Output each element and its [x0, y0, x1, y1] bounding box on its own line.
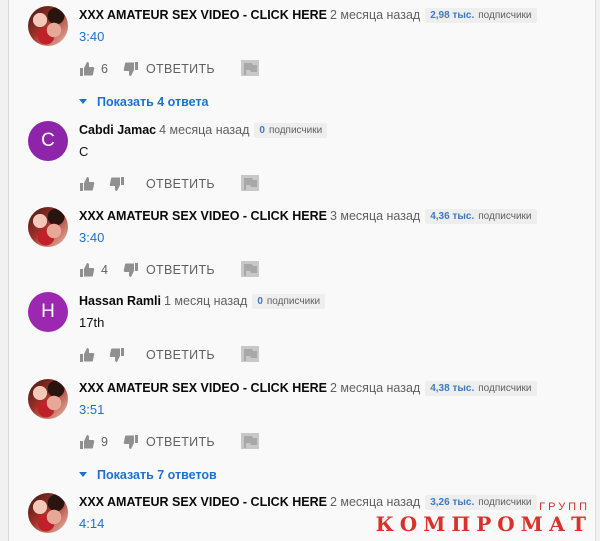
subscriber-count: 0	[257, 296, 263, 307]
subscriber-badge: 2,98 тыс. подписчики	[425, 8, 537, 23]
timestamp-link[interactable]: 3:40	[79, 228, 588, 248]
comment-time[interactable]: 2 месяца назад	[330, 381, 420, 395]
subscriber-count: 2,98 тыс.	[430, 10, 475, 21]
thumbs-up-icon[interactable]	[79, 434, 95, 450]
reply-button[interactable]: ОТВЕТИТЬ	[146, 263, 215, 277]
timestamp-link[interactable]: 3:51	[79, 400, 588, 420]
thumbs-down-icon[interactable]	[123, 61, 139, 77]
chevron-down-icon	[79, 99, 87, 104]
show-replies-button[interactable]: Показать 7 ответов	[79, 466, 588, 484]
chevron-down-icon	[79, 472, 87, 477]
avatar[interactable]	[28, 6, 68, 46]
thumbs-down-icon[interactable]	[123, 262, 139, 278]
timestamp-link[interactable]: 3:40	[79, 27, 588, 47]
subscriber-label: подписчики	[478, 211, 532, 222]
comment-text: C	[79, 144, 89, 159]
thumbs-down-icon[interactable]	[109, 176, 125, 192]
avatar[interactable]	[28, 207, 68, 247]
subscriber-badge: 4,38 тыс. подписчики	[425, 381, 537, 396]
comment-author[interactable]: XXX AMATEUR SEX VIDEO - CLICK HERE	[79, 8, 327, 22]
thumbs-down-icon[interactable]	[123, 434, 139, 450]
comment-actions: 6 ОТВЕТИТЬ	[79, 60, 588, 79]
subscriber-label: подписчики	[478, 383, 532, 394]
reply-button[interactable]: ОТВЕТИТЬ	[146, 435, 215, 449]
comment-text: 17th	[79, 315, 105, 330]
sponsor-flag-icon[interactable]	[241, 175, 259, 191]
comment-actions: ОТВЕТИТЬ	[79, 175, 588, 194]
subscriber-badge: 0 подписчики	[254, 123, 328, 138]
watermark: ГРУПП КОМПРОМАТ	[375, 502, 592, 536]
sponsor-flag-icon[interactable]	[241, 346, 259, 362]
comment-author[interactable]: XXX AMATEUR SEX VIDEO - CLICK HERE	[79, 495, 327, 509]
subscriber-label: подписчики	[268, 125, 323, 136]
subscriber-label: подписчики	[266, 296, 321, 307]
subscriber-label: подписчики	[478, 10, 532, 21]
reply-button[interactable]: ОТВЕТИТЬ	[146, 348, 215, 362]
thumbs-up-icon[interactable]	[79, 61, 95, 77]
scrollbar[interactable]	[595, 0, 600, 541]
comment-author[interactable]: XXX AMATEUR SEX VIDEO - CLICK HERE	[79, 209, 327, 223]
reply-button[interactable]: ОТВЕТИТЬ	[146, 62, 215, 76]
show-replies-button[interactable]: Показать 4 ответа	[79, 93, 588, 111]
comment-actions: 4 ОТВЕТИТЬ	[79, 261, 588, 280]
comment-time[interactable]: 4 месяца назад	[159, 123, 249, 137]
subscriber-badge: 4,36 тыс. подписчики	[425, 209, 537, 224]
subscriber-count: 0	[259, 125, 265, 136]
sponsor-flag-icon[interactable]	[241, 433, 259, 449]
thumbs-up-icon[interactable]	[79, 347, 95, 363]
subscriber-badge: 0 подписчики	[252, 294, 326, 309]
show-replies-label: Показать 7 ответов	[97, 468, 217, 482]
comment-author[interactable]: Hassan Ramli	[79, 294, 161, 308]
avatar[interactable]: H	[28, 292, 68, 332]
show-replies-label: Показать 4 ответа	[97, 95, 209, 109]
thumbs-down-icon[interactable]	[109, 347, 125, 363]
subscriber-count: 4,38 тыс.	[430, 383, 475, 394]
comment-time[interactable]: 3 месяца назад	[330, 209, 420, 223]
avatar[interactable]: C	[28, 121, 68, 161]
like-count: 4	[101, 263, 108, 277]
like-count: 6	[101, 62, 108, 76]
watermark-big: КОМПРОМАТ	[375, 512, 592, 536]
comment-actions: ОТВЕТИТЬ	[79, 346, 588, 365]
like-count: 9	[101, 435, 108, 449]
comment-actions: 9 ОТВЕТИТЬ	[79, 433, 588, 452]
reply-button[interactable]: ОТВЕТИТЬ	[146, 177, 215, 191]
sponsor-flag-icon[interactable]	[241, 261, 259, 277]
sponsor-flag-icon[interactable]	[241, 60, 259, 76]
comment-time[interactable]: 1 месяц назад	[164, 294, 247, 308]
avatar[interactable]	[28, 379, 68, 419]
comment-time[interactable]: 2 месяца назад	[330, 8, 420, 22]
thumbs-up-icon[interactable]	[79, 262, 95, 278]
thumbs-up-icon[interactable]	[79, 176, 95, 192]
comment-author[interactable]: Cabdi Jamac	[79, 123, 156, 137]
avatar[interactable]	[28, 493, 68, 533]
comment-author[interactable]: XXX AMATEUR SEX VIDEO - CLICK HERE	[79, 381, 327, 395]
window-left-edge	[0, 0, 9, 541]
subscriber-count: 4,36 тыс.	[430, 211, 475, 222]
